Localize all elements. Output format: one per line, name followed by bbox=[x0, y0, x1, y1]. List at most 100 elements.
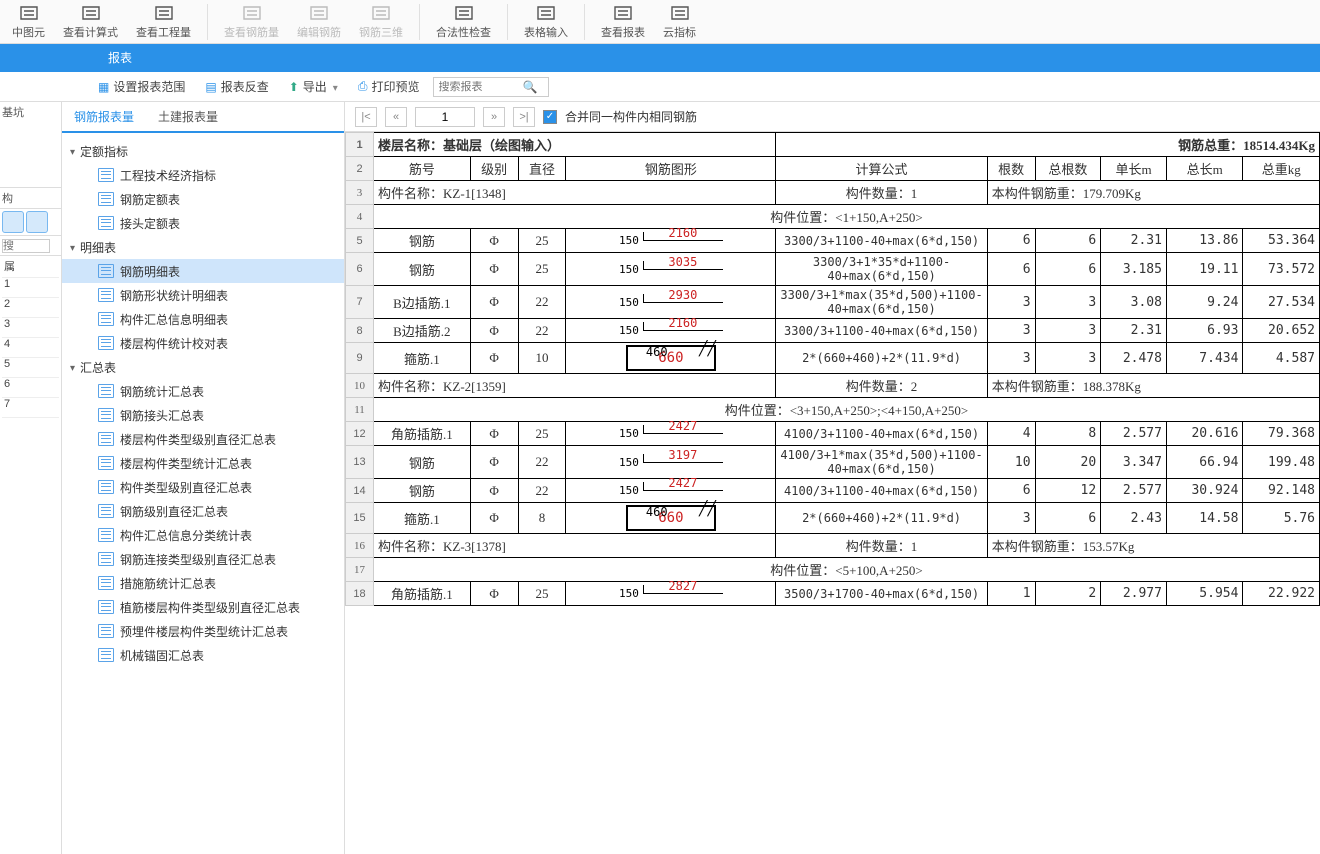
doc-icon bbox=[98, 552, 114, 566]
tree-item[interactable]: 构件类型级别直径汇总表 bbox=[62, 475, 344, 499]
page-input[interactable] bbox=[415, 107, 475, 127]
page-last[interactable]: >| bbox=[513, 107, 535, 127]
ribbon-1[interactable]: 查看计算式 bbox=[57, 2, 124, 42]
rebar-weight: 5.76 bbox=[1243, 503, 1320, 534]
rebar-total-qty: 12 bbox=[1035, 479, 1101, 503]
title-right: 钢筋总重：18514.434Kg bbox=[776, 133, 1320, 157]
ribbon-label: 云指标 bbox=[663, 24, 696, 40]
row-num: 13 bbox=[346, 446, 374, 479]
tree-item-label: 钢筋连接类型级别直径汇总表 bbox=[120, 551, 276, 568]
ribbon-icon bbox=[370, 4, 392, 22]
left-row[interactable]: 5 bbox=[2, 358, 59, 378]
label: 导出 bbox=[303, 78, 327, 95]
rebar-qty: 3 bbox=[987, 286, 1035, 319]
rebar-unit-len: 2.977 bbox=[1101, 582, 1167, 606]
rebar-weight: 199.48 bbox=[1243, 446, 1320, 479]
tree-item[interactable]: 钢筋定额表 bbox=[62, 187, 344, 211]
rebar-total-len: 9.24 bbox=[1166, 286, 1242, 319]
tree-item[interactable]: 钢筋接头汇总表 bbox=[62, 403, 344, 427]
tree-item[interactable]: 构件汇总信息分类统计表 bbox=[62, 523, 344, 547]
ribbon-8[interactable]: 查看报表 bbox=[595, 2, 651, 42]
rebar-name: 钢筋 bbox=[374, 253, 471, 286]
rebar-total-len: 14.58 bbox=[1166, 503, 1242, 534]
tab-rebar-reports[interactable]: 钢筋报表量 bbox=[62, 102, 146, 133]
btn-export[interactable]: ⬆导出 bbox=[283, 76, 344, 97]
tree-item[interactable]: 钢筋明细表 bbox=[62, 259, 344, 283]
ribbon-6[interactable]: 合法性检查 bbox=[430, 2, 497, 42]
tree-item[interactable]: 工程技术经济指标 bbox=[62, 163, 344, 187]
tree-item[interactable]: 措施筋统计汇总表 bbox=[62, 571, 344, 595]
tree-item[interactable]: 楼层构件统计校对表 bbox=[62, 331, 344, 355]
rebar-shape: 1502827 bbox=[570, 587, 771, 600]
doc-icon bbox=[98, 408, 114, 422]
report-search-input[interactable] bbox=[438, 81, 522, 93]
col-header: 总长m bbox=[1166, 157, 1242, 181]
tree-item[interactable]: 楼层构件类型级别直径汇总表 bbox=[62, 427, 344, 451]
component-name: 构件名称：KZ-1[1348] bbox=[374, 181, 776, 205]
btn-recheck[interactable]: ▤报表反查 bbox=[199, 76, 274, 97]
tree-item[interactable]: 钢筋级别直径汇总表 bbox=[62, 499, 344, 523]
tree-group[interactable]: 汇总表 bbox=[62, 355, 344, 379]
search-icon[interactable]: 🔍 bbox=[522, 80, 537, 94]
col-header: 级别 bbox=[470, 157, 518, 181]
tree-item[interactable]: 接头定额表 bbox=[62, 211, 344, 235]
page-prev[interactable]: « bbox=[385, 107, 407, 127]
ribbon-label: 表格输入 bbox=[524, 24, 568, 40]
ribbon-0[interactable]: 中图元 bbox=[6, 2, 51, 42]
rebar-shape-cell: 1502827 bbox=[566, 582, 776, 606]
tree-item-label: 钢筋形状统计明细表 bbox=[120, 287, 228, 304]
ribbon-icon bbox=[453, 4, 475, 22]
tree-item[interactable]: 机械锚固汇总表 bbox=[62, 643, 344, 667]
rebar-shape: 1502160 bbox=[570, 324, 771, 337]
ribbon-icon bbox=[308, 4, 330, 22]
tree-group[interactable]: 明细表 bbox=[62, 235, 344, 259]
col-header: 钢筋图形 bbox=[566, 157, 776, 181]
label: 设置报表范围 bbox=[113, 78, 185, 95]
tree-group[interactable]: 定额指标 bbox=[62, 139, 344, 163]
rebar-total-qty: 3 bbox=[1035, 319, 1101, 343]
btn-set-range[interactable]: ▦设置报表范围 bbox=[92, 76, 191, 97]
page-first[interactable]: |< bbox=[355, 107, 377, 127]
tree-item[interactable]: 钢筋统计汇总表 bbox=[62, 379, 344, 403]
component-weight: 本构件钢筋重：188.378Kg bbox=[987, 374, 1319, 398]
merge-label: 合并同一构件内相同钢筋 bbox=[565, 108, 697, 125]
rebar-dia: 25 bbox=[518, 422, 566, 446]
ribbon-7[interactable]: 表格输入 bbox=[518, 2, 574, 42]
ribbon-label: 查看报表 bbox=[601, 24, 645, 40]
page-next[interactable]: » bbox=[483, 107, 505, 127]
report-scroll[interactable]: 1楼层名称：基础层（绘图输入）钢筋总重：18514.434Kg2筋号级别直径钢筋… bbox=[345, 132, 1320, 854]
rebar-grade: Φ bbox=[470, 582, 518, 606]
left-row[interactable]: 6 bbox=[2, 378, 59, 398]
left-row[interactable]: 1 bbox=[2, 278, 59, 298]
left-row[interactable]: 7 bbox=[2, 398, 59, 418]
doc-icon bbox=[98, 264, 114, 278]
component-name: 构件名称：KZ-2[1359] bbox=[374, 374, 776, 398]
report-table: 1楼层名称：基础层（绘图输入）钢筋总重：18514.434Kg2筋号级别直径钢筋… bbox=[345, 132, 1320, 606]
rebar-weight: 92.148 bbox=[1243, 479, 1320, 503]
tree-item[interactable]: 预埋件楼层构件类型统计汇总表 bbox=[62, 619, 344, 643]
btn-print[interactable]: ⎙打印预览 bbox=[352, 76, 426, 97]
ribbon-9[interactable]: 云指标 bbox=[657, 2, 702, 42]
ribbon-2[interactable]: 查看工程量 bbox=[130, 2, 197, 42]
tree-item[interactable]: 钢筋形状统计明细表 bbox=[62, 283, 344, 307]
tree-item[interactable]: 植筋楼层构件类型级别直径汇总表 bbox=[62, 595, 344, 619]
tree-item[interactable]: 钢筋连接类型级别直径汇总表 bbox=[62, 547, 344, 571]
left-row[interactable]: 4 bbox=[2, 338, 59, 358]
tab-civil-reports[interactable]: 土建报表量 bbox=[146, 102, 230, 131]
merge-checkbox[interactable]: ✓ bbox=[543, 110, 557, 124]
subtoolbar: ▦设置报表范围 ▤报表反查 ⬆导出 ⎙打印预览 🔍 bbox=[0, 72, 1320, 102]
rebar-total-len: 5.954 bbox=[1166, 582, 1242, 606]
report-search[interactable]: 🔍 bbox=[433, 77, 549, 97]
view-thumb-icon[interactable] bbox=[26, 211, 48, 233]
view-list-icon[interactable] bbox=[2, 211, 24, 233]
rebar-total-len: 19.11 bbox=[1166, 253, 1242, 286]
tab-report[interactable]: 报表 bbox=[94, 44, 146, 72]
rebar-unit-len: 2.577 bbox=[1101, 422, 1167, 446]
tree-item[interactable]: 楼层构件类型统计汇总表 bbox=[62, 451, 344, 475]
tree-item[interactable]: 构件汇总信息明细表 bbox=[62, 307, 344, 331]
left-row[interactable]: 3 bbox=[2, 318, 59, 338]
tree-body: 定额指标工程技术经济指标钢筋定额表接头定额表明细表钢筋明细表钢筋形状统计明细表构… bbox=[62, 133, 344, 854]
row-num: 1 bbox=[346, 133, 374, 157]
left-search-input[interactable] bbox=[2, 239, 50, 253]
left-row[interactable]: 2 bbox=[2, 298, 59, 318]
